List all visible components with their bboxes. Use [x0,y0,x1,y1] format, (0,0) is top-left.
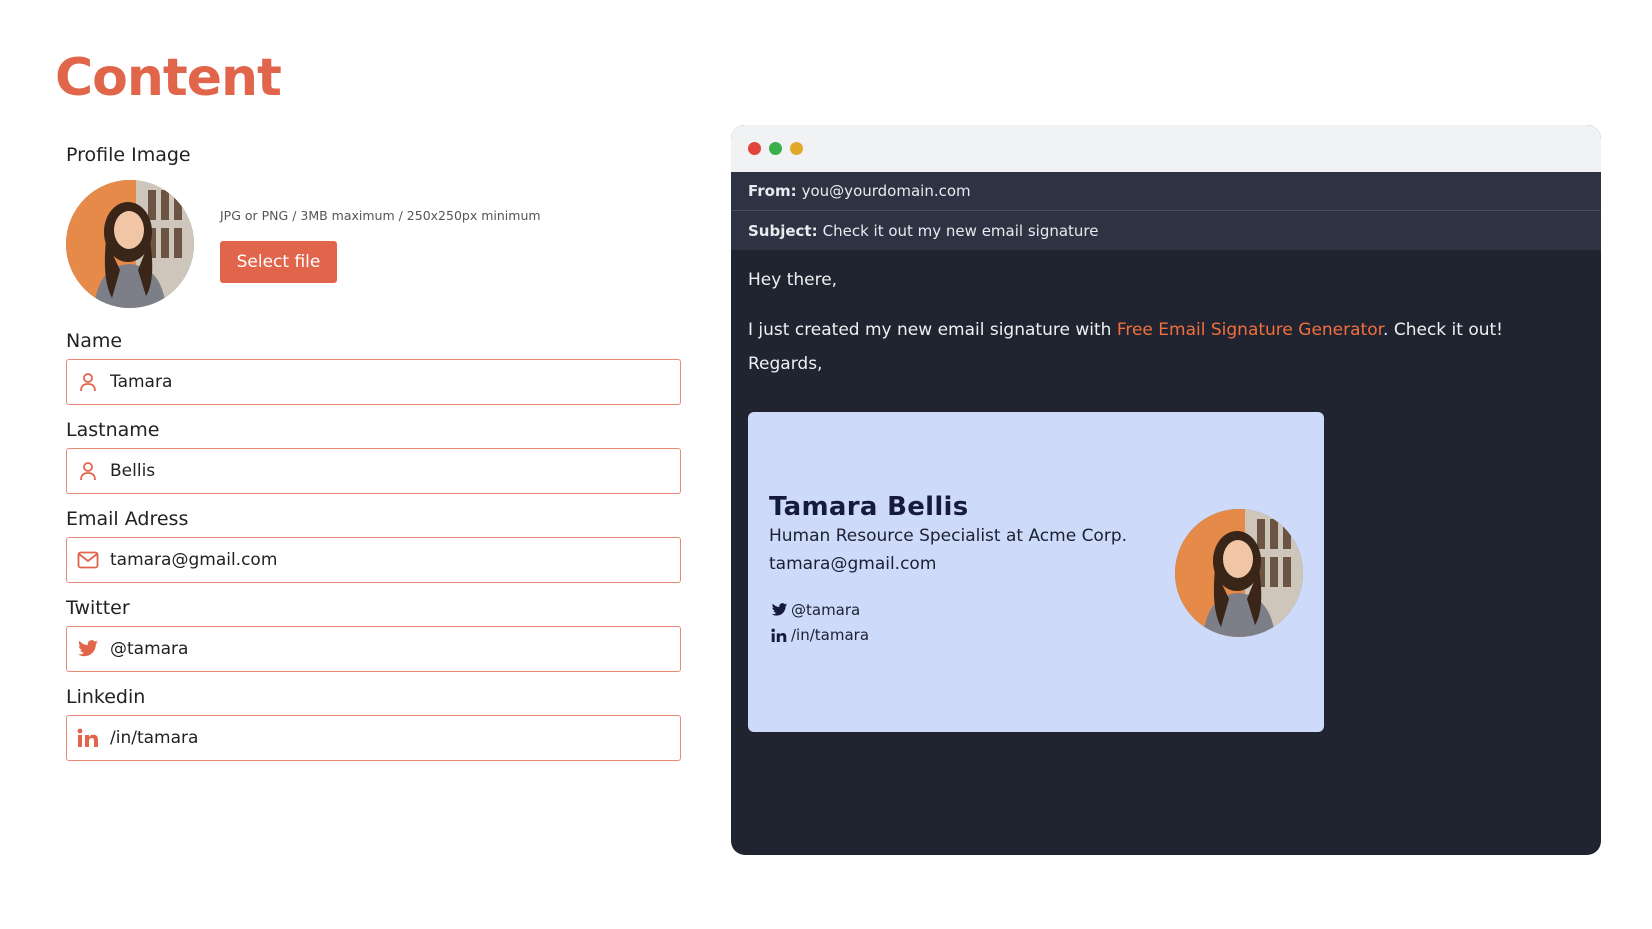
name-label: Name [66,330,123,352]
generator-link[interactable]: Free Email Signature Generator [1117,320,1383,340]
linkedin-field[interactable] [66,715,681,761]
twitter-input[interactable] [110,629,680,669]
lastname-group: Lastname [66,417,681,494]
signature-avatar [1175,509,1303,637]
name-field[interactable] [66,359,681,405]
email-group: Email Adress [66,506,681,583]
linkedin-icon [77,727,99,749]
signature-name: Tamara Bellis [769,492,969,522]
linkedin-icon [770,627,788,643]
twitter-label: Twitter [66,597,130,619]
intro-text-before: I just created my new email signature wi… [748,320,1117,340]
signature-twitter-handle: @tamara [791,601,861,619]
signature-title: Human Resource Specialist at Acme Corp. [769,526,1128,546]
email-label: Email Adress [66,508,189,530]
email-input[interactable] [110,540,680,580]
mail-icon [77,549,99,571]
close-dot-icon[interactable] [748,142,761,155]
email-greeting: Hey there, [748,270,838,290]
linkedin-input[interactable] [110,718,680,758]
profile-photo-icon [1175,509,1303,637]
twitter-icon [77,638,99,660]
lastname-label: Lastname [66,419,160,441]
subject-label: Subject: [748,221,818,240]
name-group: Name [66,328,681,405]
twitter-icon [770,602,788,618]
email-field[interactable] [66,537,681,583]
profile-photo-icon [66,180,194,308]
linkedin-label: Linkedin [66,686,146,708]
profile-image-row: JPG or PNG / 3MB maximum / 250x250px min… [66,180,681,320]
email-preview-window: From: you@yourdomain.com Subject: Check … [731,125,1601,855]
signature-linkedin-handle: /in/tamara [791,626,870,644]
twitter-group: Twitter [66,595,681,672]
profile-image-label: Profile Image [66,144,191,166]
content-form: Profile Image JPG or PNG / 3MB maximum /… [66,142,681,761]
user-icon [77,371,99,393]
maximize-dot-icon[interactable] [769,142,782,155]
email-intro: I just created my new email signature wi… [748,318,1584,342]
intro-text-after: . Check it out! [1383,320,1504,340]
signature-email: tamara@gmail.com [769,554,937,574]
linkedin-group: Linkedin [66,684,681,761]
user-icon [77,460,99,482]
signature-card: Tamara Bellis Human Resource Specialist … [748,412,1324,732]
signature-twitter[interactable]: @tamara [770,601,860,619]
email-closing: Regards, [748,354,823,374]
profile-avatar [66,180,194,308]
minimize-dot-icon[interactable] [790,142,803,155]
subject-value: Check it out my new email signature [822,221,1099,240]
email-from-row: From: you@yourdomain.com [731,172,1601,211]
select-file-button[interactable]: Select file [220,241,337,283]
email-body: Hey there, I just created my new email s… [731,250,1601,376]
file-hint: JPG or PNG / 3MB maximum / 250x250px min… [220,208,541,223]
window-titlebar [731,125,1601,172]
page-title: Content [55,48,282,108]
signature-linkedin[interactable]: /in/tamara [770,626,869,644]
twitter-field[interactable] [66,626,681,672]
name-input[interactable] [110,362,680,402]
lastname-field[interactable] [66,448,681,494]
from-value: you@yourdomain.com [801,182,971,200]
from-label: From: [748,182,797,200]
lastname-input[interactable] [110,451,680,491]
email-subject-row: Subject: Check it out my new email signa… [731,211,1601,250]
